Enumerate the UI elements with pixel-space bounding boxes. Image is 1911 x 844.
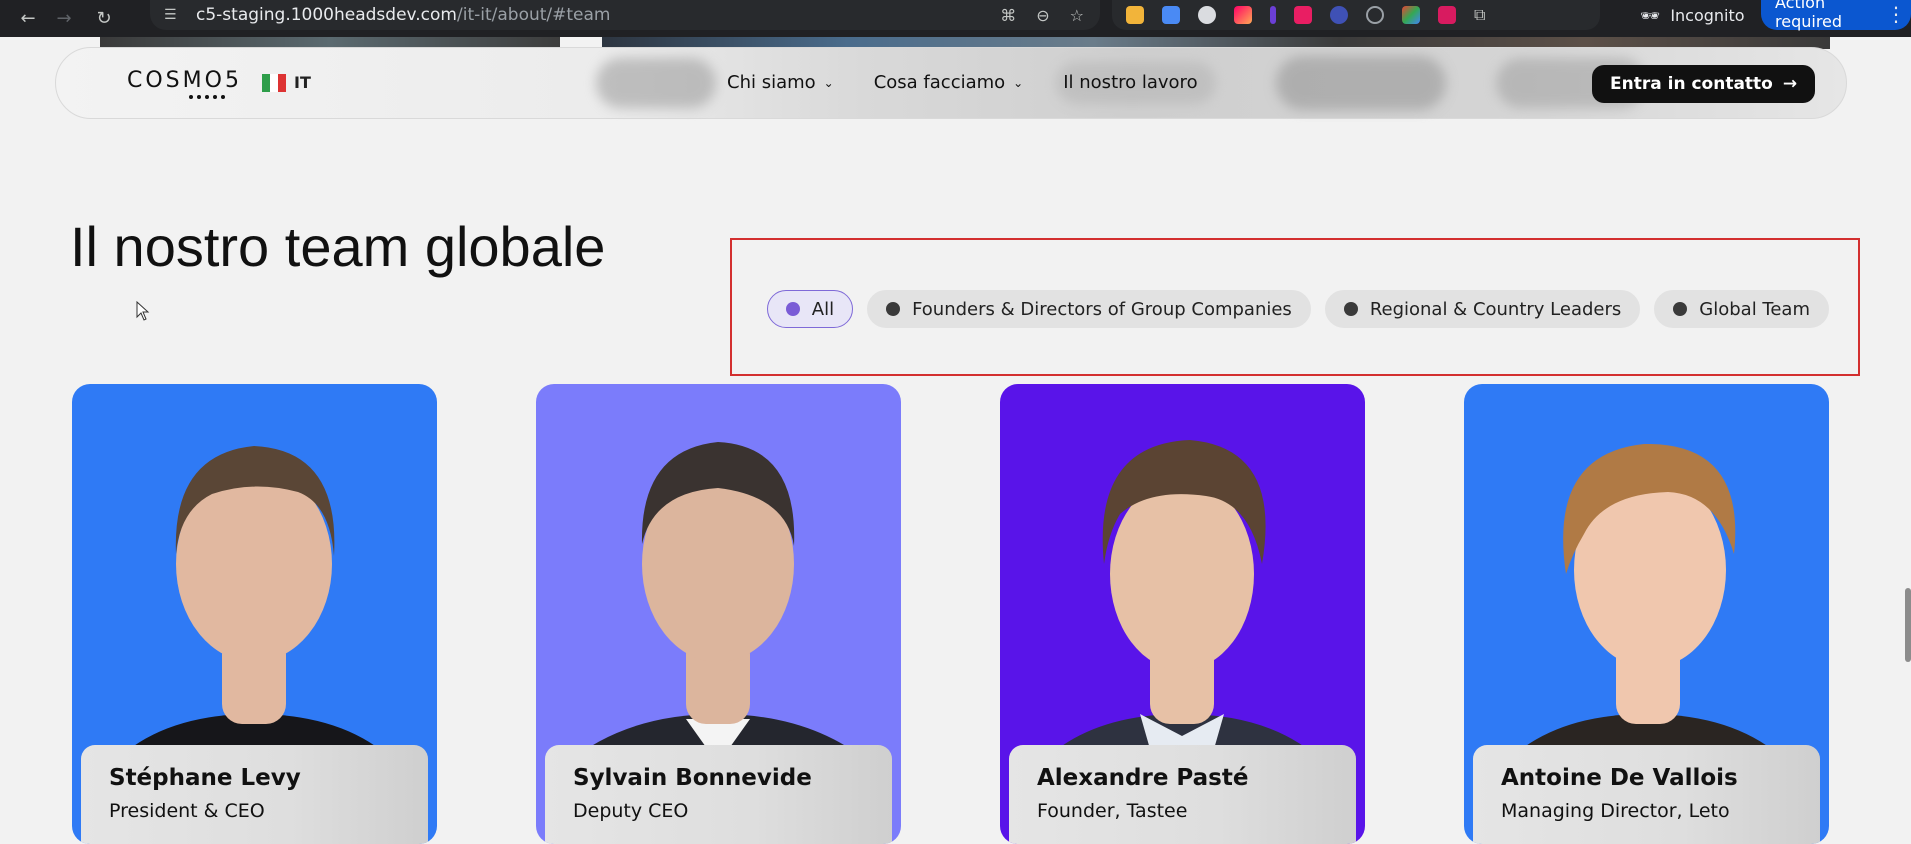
team-member-name: Sylvain Bonnevide: [573, 765, 812, 791]
team-card[interactable]: Stéphane Levy President & CEO: [72, 384, 437, 844]
address-bar[interactable]: ☰ c5-staging.1000headsdev.com/it-it/abou…: [150, 0, 1100, 30]
back-arrow-icon[interactable]: ←: [14, 5, 42, 33]
incognito-label: Incognito: [1670, 5, 1745, 25]
logo-dots: [189, 95, 225, 99]
team-member-role: President & CEO: [109, 800, 265, 822]
zoom-icon[interactable]: ⊖: [1036, 6, 1049, 25]
contact-button-label: Entra in contatto: [1610, 74, 1773, 94]
team-member-name: Antoine De Vallois: [1501, 765, 1738, 791]
extensions-icon[interactable]: ⧉: [1474, 5, 1485, 25]
extension-icon[interactable]: [1162, 6, 1180, 24]
incognito-indicator[interactable]: 🕶 Incognito: [1640, 0, 1745, 30]
team-card-info: Sylvain Bonnevide Deputy CEO: [545, 745, 892, 844]
nav-item-chi-siamo[interactable]: Chi siamo ⌄: [727, 72, 834, 93]
browser-toolbar: ← → ↻ ☰ c5-staging.1000headsdev.com/it-i…: [0, 0, 1911, 37]
nav-item-cosa-facciamo[interactable]: Cosa facciamo ⌄: [874, 72, 1024, 93]
translate-icon[interactable]: ⌘: [1000, 6, 1016, 25]
site-logo[interactable]: COSMO5: [127, 68, 242, 99]
incognito-icon: 🕶: [1640, 5, 1661, 25]
team-card[interactable]: Alexandre Pasté Founder, Tastee: [1000, 384, 1365, 844]
filter-label: Global Team: [1699, 298, 1810, 320]
team-member-role: Founder, Tastee: [1037, 800, 1188, 822]
team-card[interactable]: Sylvain Bonnevide Deputy CEO: [536, 384, 901, 844]
nav-item-label: Cosa facciamo: [873, 72, 1006, 93]
url-host: c5-staging.1000headsdev.com: [196, 5, 457, 25]
url-path: /it-it/about/#team: [457, 5, 611, 25]
filter-all[interactable]: All: [766, 290, 854, 328]
extensions-bar: ⧉: [1112, 0, 1600, 30]
language-selector[interactable]: IT: [262, 73, 311, 92]
nav-item-label: Il nostro lavoro: [1063, 72, 1198, 93]
extension-icon[interactable]: [1402, 6, 1420, 24]
filter-dot-icon: [1673, 302, 1688, 316]
more-vert-icon[interactable]: ⋮: [1886, 2, 1906, 26]
filter-label: All: [811, 298, 835, 320]
team-member-name: Stéphane Levy: [109, 765, 301, 791]
mouse-cursor-icon: [136, 301, 150, 321]
team-card-info: Alexandre Pasté Founder, Tastee: [1009, 745, 1356, 844]
language-code: IT: [294, 73, 311, 92]
italy-flag-icon: [262, 73, 286, 92]
forward-arrow-icon[interactable]: →: [50, 5, 78, 33]
eyedropper-icon[interactable]: [1270, 6, 1276, 24]
reload-icon[interactable]: ↻: [90, 5, 118, 33]
team-filter-group: All Founders & Directors of Group Compan…: [766, 290, 1829, 328]
filter-regional-country-leaders[interactable]: Regional & Country Leaders: [1324, 290, 1641, 328]
team-member-role: Managing Director, Leto: [1501, 800, 1730, 822]
filter-dot-icon: [886, 302, 901, 316]
contact-button[interactable]: Entra in contatto →: [1592, 65, 1816, 103]
extension-icon[interactable]: [1294, 6, 1312, 24]
extension-icon[interactable]: [1234, 6, 1252, 24]
nav-item-label: Chi siamo: [727, 72, 816, 93]
logo-text: COSMO5: [127, 68, 242, 93]
filter-label: Regional & Country Leaders: [1369, 298, 1622, 320]
filter-dot-icon: [1343, 302, 1358, 316]
team-card[interactable]: Antoine De Vallois Managing Director, Le…: [1464, 384, 1829, 844]
filter-label: Founders & Directors of Group Companies: [912, 298, 1292, 320]
extension-icon[interactable]: [1198, 6, 1216, 24]
section-title: Il nostro team globale: [70, 215, 606, 278]
action-required-label: Action required: [1775, 0, 1843, 31]
bookmark-star-icon[interactable]: ☆: [1070, 6, 1084, 25]
team-member-name: Alexandre Pasté: [1037, 765, 1249, 791]
site-info-icon[interactable]: ☰: [164, 7, 184, 23]
team-card-info: Antoine De Vallois Managing Director, Le…: [1473, 745, 1820, 844]
team-card-info: Stéphane Levy President & CEO: [81, 745, 428, 844]
filter-global-team[interactable]: Global Team: [1654, 290, 1829, 328]
extension-icon[interactable]: [1330, 6, 1348, 24]
page-scrollbar[interactable]: [1905, 588, 1911, 662]
team-member-role: Deputy CEO: [573, 800, 689, 822]
filter-founders-directors[interactable]: Founders & Directors of Group Companies: [867, 290, 1311, 328]
shield-icon[interactable]: [1438, 6, 1456, 24]
chevron-down-icon: ⌄: [1013, 75, 1024, 90]
chevron-down-icon: ⌄: [823, 75, 834, 90]
arrow-right-icon: →: [1782, 74, 1798, 94]
url-text[interactable]: c5-staging.1000headsdev.com/it-it/about/…: [196, 5, 611, 25]
nav-item-il-nostro-lavoro[interactable]: Il nostro lavoro: [1063, 72, 1197, 93]
filter-dot-icon: [785, 302, 800, 316]
main-nav: Chi siamo ⌄ Cosa facciamo ⌄ Il nostro la…: [727, 72, 1198, 93]
extension-icon[interactable]: [1126, 6, 1144, 24]
compass-icon[interactable]: [1366, 6, 1384, 24]
